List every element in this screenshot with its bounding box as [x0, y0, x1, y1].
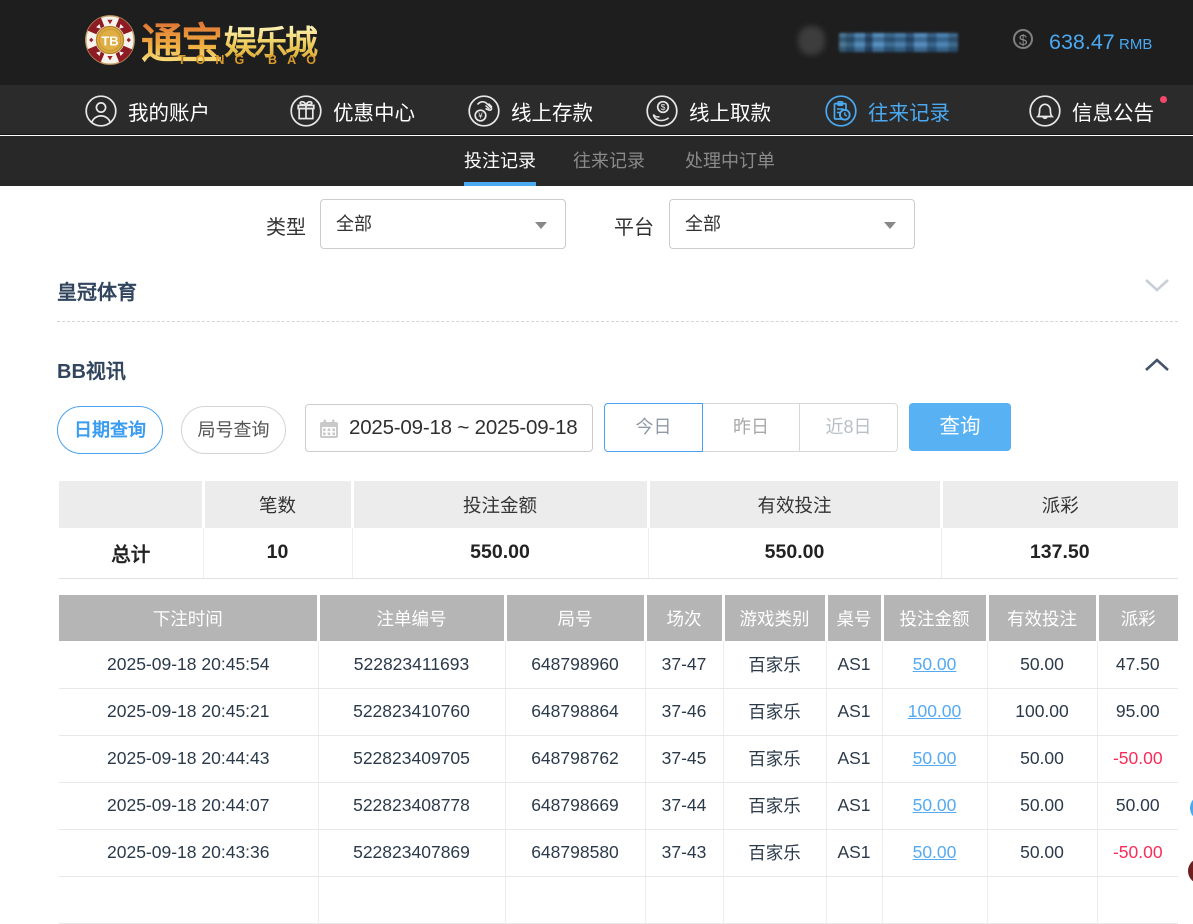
svg-text:$: $	[661, 102, 666, 112]
svg-text:¥: ¥	[477, 112, 483, 121]
svg-text:TB: TB	[101, 34, 118, 49]
